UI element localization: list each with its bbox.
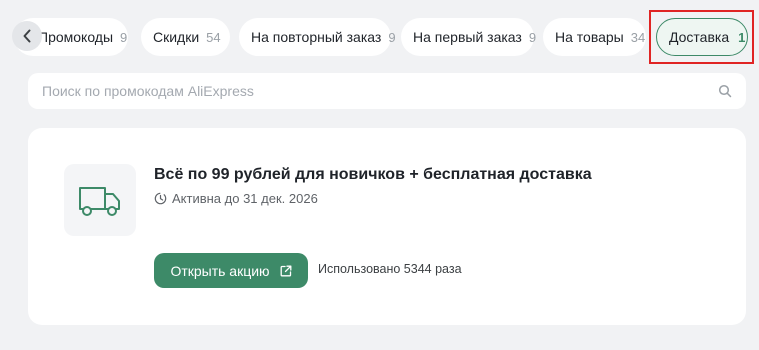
scroll-left-button[interactable] — [12, 21, 42, 51]
search-icon[interactable] — [718, 84, 732, 98]
tab-label: Промокоды — [38, 29, 114, 45]
search-input[interactable] — [42, 83, 718, 99]
tab-count: 1 — [738, 29, 746, 45]
open-promo-button[interactable]: Открыть акцию — [154, 253, 308, 288]
promo-thumbnail — [64, 164, 136, 236]
tab-label: Скидки — [153, 29, 200, 45]
tab-label: На первый заказ — [413, 29, 522, 45]
tab-count: 9 — [120, 29, 128, 45]
promo-status-text: Активна до 31 дек. 2026 — [172, 191, 318, 206]
tab-count: 54 — [206, 29, 221, 45]
promo-status: Активна до 31 дек. 2026 — [154, 191, 318, 206]
external-link-icon — [280, 265, 292, 276]
tab-discounts[interactable]: Скидки 54 — [141, 18, 230, 56]
usage-count: Использовано 5344 раза — [318, 262, 462, 276]
tab-count: 34 — [630, 29, 646, 45]
tab-first-order[interactable]: На первый заказ 9 — [401, 18, 537, 56]
tab-count: 9 — [388, 29, 396, 45]
clock-icon — [154, 192, 167, 205]
open-promo-button-label: Открыть акцию — [170, 262, 270, 279]
tab-products[interactable]: На товары 34 — [543, 18, 646, 56]
tab-repeat-order[interactable]: На повторный заказ 9 — [239, 18, 396, 56]
tab-label: Доставка — [669, 29, 730, 45]
chevron-left-icon — [23, 29, 31, 43]
tab-label: На повторный заказ — [251, 29, 382, 45]
tab-delivery[interactable]: Доставка 1 — [656, 18, 748, 56]
search-bar — [28, 73, 746, 109]
tab-label: На товары — [555, 29, 624, 45]
delivery-truck-icon — [79, 187, 120, 216]
category-tabs: Промокоды 9 Скидки 54 На повторный заказ… — [0, 0, 759, 72]
promo-title: Всё по 99 рублей для новичков + бесплатн… — [154, 166, 592, 183]
tab-count: 9 — [528, 29, 537, 45]
promo-card: Всё по 99 рублей для новичков + бесплатн… — [28, 128, 746, 325]
